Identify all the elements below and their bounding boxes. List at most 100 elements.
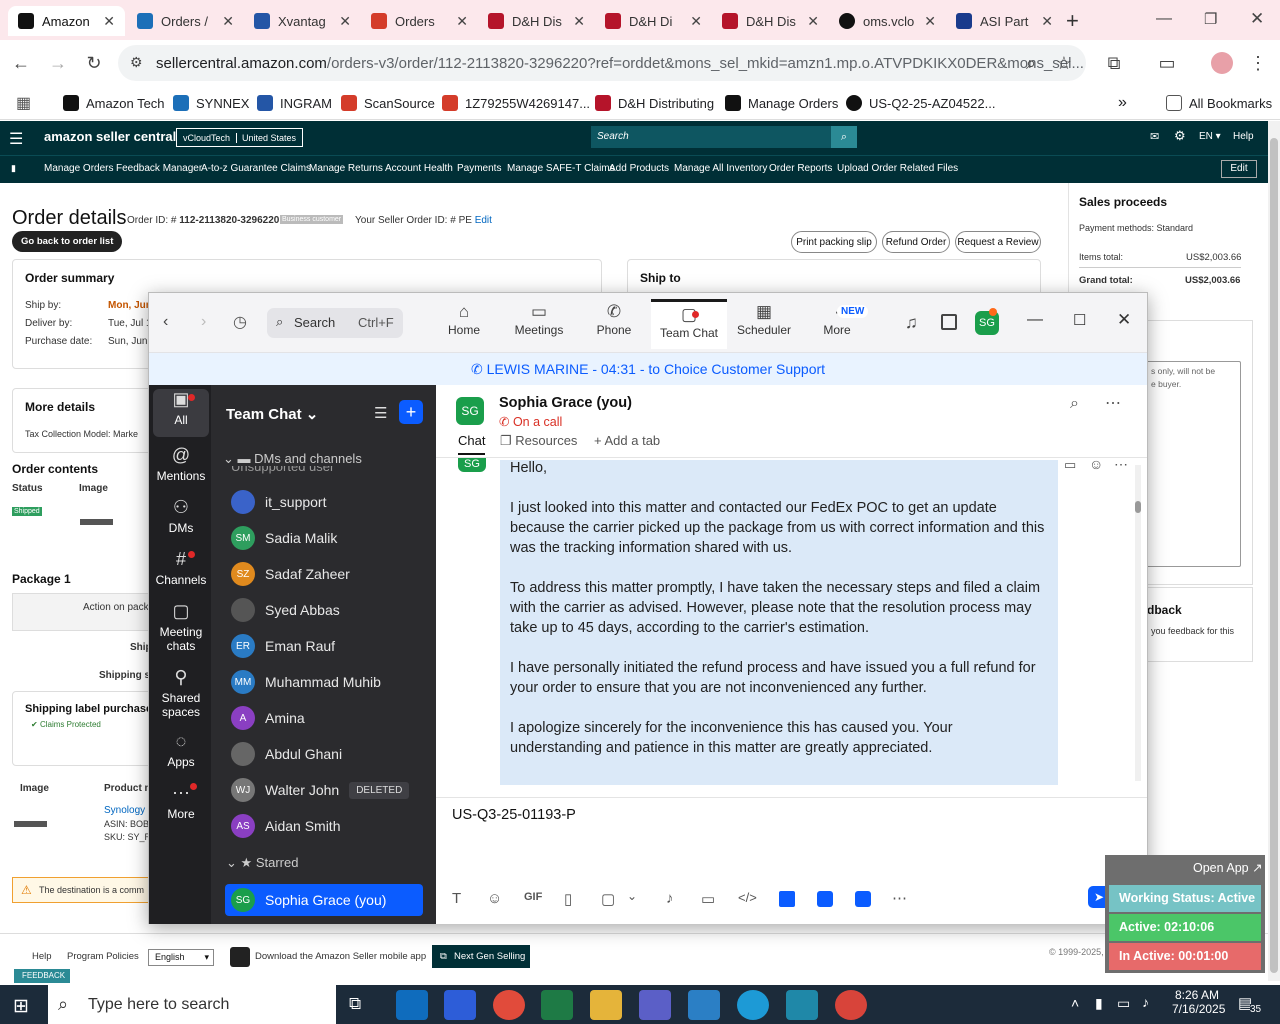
request-review-button[interactable]: Request a Review	[955, 231, 1041, 253]
screenshot-icon[interactable]: ▢	[601, 890, 615, 908]
history-clock-icon[interactable]: ◷	[233, 312, 247, 332]
rail-shared-spaces[interactable]: ⚲ Shared spaces	[153, 667, 209, 719]
emoji-reaction-icon[interactable]: ☺	[1089, 456, 1103, 472]
contact-item[interactable]: ER Eman Rauf	[231, 631, 431, 661]
whiteboard-icon[interactable]	[941, 314, 957, 330]
footer-language-select[interactable]: English ▾	[148, 949, 214, 966]
tab-amazon[interactable]: Amazon ✕	[8, 6, 125, 36]
close-tab-icon[interactable]: ✕	[807, 13, 819, 30]
product-link[interactable]: Synology	[104, 805, 145, 816]
chat-scrollbar[interactable]	[1135, 465, 1141, 781]
zoom-tab-meetings[interactable]: ▭ Meetings	[501, 299, 577, 349]
chat-tab-chat[interactable]: Chat	[458, 433, 486, 455]
gif-icon[interactable]: GIF	[524, 891, 542, 903]
tab-asi[interactable]: ASI Part ✕	[946, 6, 1063, 36]
contact-item[interactable]: MM Muhammad Muhib	[231, 667, 431, 697]
close-tab-icon[interactable]: ✕	[103, 13, 115, 30]
taskbar-search-input[interactable]: ⌕ Type here to search	[48, 985, 336, 1024]
zoom-whiteboard-icon[interactable]	[855, 891, 871, 907]
zoom-forward-icon[interactable]: ›	[201, 313, 206, 331]
zoom-minimize-icon[interactable]: —	[1027, 311, 1043, 329]
contact-item[interactable]: WJ Walter John DELETED	[231, 775, 431, 805]
back-arrow-icon[interactable]: ←	[8, 50, 34, 76]
zoom-close-icon[interactable]: ✕	[1117, 310, 1131, 330]
rail-dms[interactable]: ⚇ DMs	[153, 497, 209, 535]
nav-safe-t-claims[interactable]: Manage SAFE-T Claims	[507, 163, 615, 174]
teams-icon[interactable]	[639, 990, 671, 1020]
new-chat-plus-icon[interactable]: +	[399, 400, 423, 424]
close-tab-icon[interactable]: ✕	[924, 13, 936, 30]
microphone-icon[interactable]: ♪	[666, 890, 674, 907]
rail-mentions[interactable]: @ Mentions	[153, 445, 209, 483]
mail-icon[interactable]: ✉	[1150, 130, 1159, 143]
rail-more[interactable]: ⋯ More	[153, 783, 209, 821]
apps-grid-icon[interactable]: ▦	[16, 92, 31, 114]
scrollbar-thumb[interactable]	[1270, 138, 1278, 973]
page-scrollbar[interactable]	[1268, 121, 1280, 981]
open-app-link[interactable]: Open App ↗	[1193, 860, 1263, 875]
nav-a-to-z-claims[interactable]: A-to-z Guarantee Claims	[201, 163, 311, 174]
screenshot-dropdown-icon[interactable]: ⌄	[627, 889, 637, 903]
file-icon[interactable]: ▯	[564, 890, 572, 908]
settings-gear-icon[interactable]: ⚙	[1174, 128, 1186, 144]
zoom-tab-phone[interactable]: ✆ Phone	[576, 299, 652, 349]
chat-contact-name[interactable]: Sophia Grace (you)	[499, 395, 632, 411]
chat-add-tab[interactable]: + Add a tab	[594, 433, 660, 448]
bookmark-dh[interactable]: D&H Distributing	[595, 92, 714, 114]
rail-all[interactable]: ▣ All	[153, 389, 209, 437]
menu-kebab-icon[interactable]: ⋮	[1245, 50, 1271, 76]
bookmark-synnex[interactable]: SYNNEX	[173, 92, 249, 114]
chat-scrollbar-thumb[interactable]	[1135, 501, 1141, 513]
outlook-icon[interactable]	[396, 990, 428, 1020]
dms-and-channels-section[interactable]: ⌄ ▬ DMs and channels	[223, 451, 362, 467]
nav-manage-inventory[interactable]: Manage All Inventory	[674, 163, 767, 174]
chat-tab-resources[interactable]: ❐ Resources	[500, 433, 577, 449]
zoom-tab-home[interactable]: ⌂ Home	[426, 299, 502, 349]
nav-add-products[interactable]: Add Products	[609, 163, 669, 174]
tab-oms[interactable]: oms.vclo ✕	[829, 6, 946, 36]
seller-search-input[interactable]: Search	[591, 126, 831, 148]
call-banner[interactable]: ✆ LEWIS MARINE - 04:31 - to Choice Custo…	[149, 353, 1147, 385]
bookmark-amazon-tech[interactable]: Amazon Tech	[63, 92, 165, 114]
more-bookmarks-chevron-icon[interactable]: »	[1118, 92, 1127, 114]
cast-icon[interactable]: ▭	[1154, 50, 1180, 76]
contact-item[interactable]: Syed Abbas	[231, 595, 431, 625]
nav-manage-orders[interactable]: Manage Orders	[44, 163, 113, 174]
team-chat-title[interactable]: Team Chat ⌄	[226, 405, 318, 423]
contact-item[interactable]: it_support	[231, 487, 431, 517]
zoom-app-icon[interactable]	[444, 990, 476, 1020]
profile-avatar[interactable]	[1211, 52, 1233, 74]
zoom-tab-more[interactable]: ·MoreNEW	[799, 299, 875, 349]
edge-icon[interactable]	[737, 990, 769, 1020]
clock[interactable]: 8:26 AM 7/16/2025	[1172, 988, 1225, 1016]
restore-window-icon[interactable]: ❐	[1204, 10, 1217, 28]
nav-upload-files[interactable]: Upload Order Related Files	[837, 163, 958, 174]
bookmark-tracking[interactable]: 1Z79255W4269147...	[442, 92, 590, 114]
footer-help-link[interactable]: Help	[32, 951, 52, 962]
excel-icon[interactable]	[541, 990, 573, 1020]
forward-arrow-icon[interactable]: →	[45, 50, 71, 76]
extensions-icon[interactable]: ⧉	[1101, 50, 1127, 76]
close-tab-icon[interactable]: ✕	[1041, 13, 1053, 30]
next-gen-selling-button[interactable]: ⧉ Next Gen Selling	[432, 945, 530, 968]
contact-item[interactable]: Abdul Ghani	[231, 739, 431, 769]
tray-chevron-up-icon[interactable]: ˄	[1071, 995, 1079, 1011]
all-bookmarks[interactable]: All Bookmarks	[1166, 92, 1272, 114]
message-more-icon[interactable]: ⋯	[1114, 456, 1128, 473]
volume-icon[interactable]: ♪	[1142, 994, 1149, 1010]
nav-payments[interactable]: Payments	[457, 163, 501, 174]
windows-start-icon[interactable]: ⊞	[13, 995, 29, 1018]
seller-note-textarea[interactable]: s only, will not be e buyer.	[1146, 361, 1241, 567]
footer-policies-link[interactable]: Program Policies	[67, 951, 139, 962]
bookmark-star-icon[interactable]: ☆	[1051, 50, 1077, 76]
tab-xvantage[interactable]: Xvantag ✕	[244, 6, 361, 36]
starred-section[interactable]: ⌄ ★ Starred	[226, 855, 298, 871]
account-switcher[interactable]: vCloudTech United States	[176, 128, 304, 147]
bookmark-pin-icon[interactable]: ▮	[11, 163, 16, 174]
back-to-order-list-button[interactable]: Go back to order list	[12, 231, 123, 252]
tab-dh-1[interactable]: D&H Dis ✕	[478, 6, 595, 36]
chat-options-icon[interactable]: ⋯	[1105, 393, 1121, 413]
script-app-icon[interactable]	[688, 990, 720, 1020]
site-info-icon[interactable]: ⚙	[130, 54, 143, 71]
nav-account-health[interactable]: Account Health	[385, 163, 453, 174]
